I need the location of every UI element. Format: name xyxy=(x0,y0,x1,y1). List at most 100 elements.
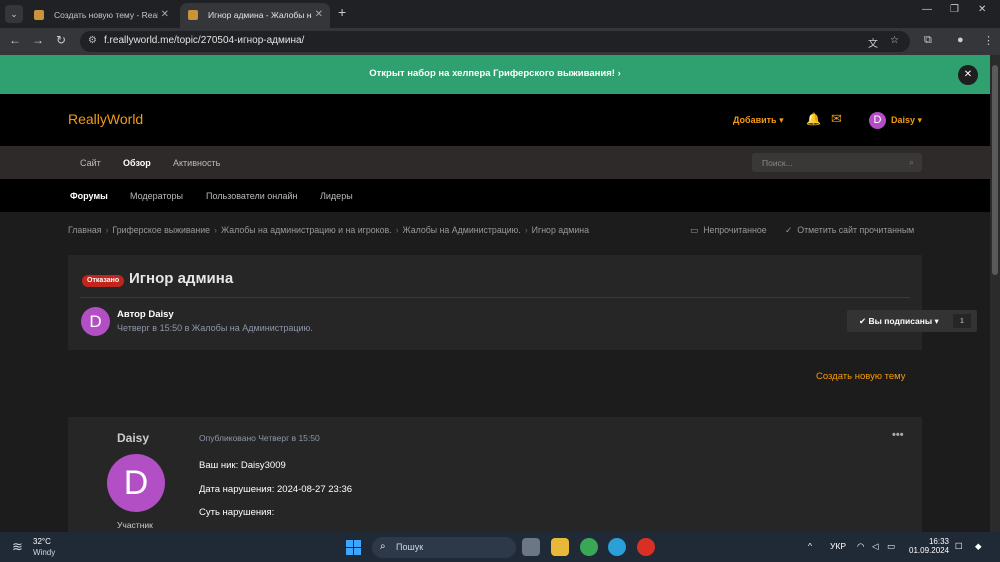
telegram-icon[interactable] xyxy=(608,538,626,556)
wifi-icon[interactable]: ◠ xyxy=(857,541,864,552)
topic-meta: Четверг в 15:50 в Жалобы на Администраци… xyxy=(117,323,313,333)
search-icon: ⌕ xyxy=(380,541,386,552)
breadcrumb-separator-icon: › xyxy=(105,225,109,235)
search-placeholder: Поиск... xyxy=(762,158,793,168)
browser-tab-create-topic[interactable]: Создать новую тему - ReallyW ✕ xyxy=(26,3,176,28)
unread-label: Непрочитанное xyxy=(703,225,767,235)
profile-icon[interactable]: ● xyxy=(957,34,964,46)
weather-condition[interactable]: Windy xyxy=(33,548,55,557)
announcement-banner: Открыт набор на хелпера Гриферского выжи… xyxy=(0,55,990,94)
nav-users-online[interactable]: Пользователи онлайн xyxy=(206,191,297,201)
nav-moderators[interactable]: Модераторы xyxy=(130,191,183,201)
breadcrumb-griefer[interactable]: Гриферское выживание xyxy=(112,225,210,235)
tab-search-button[interactable]: ⌄ xyxy=(5,5,23,23)
browser-tab-ignore-admin[interactable]: Игнор админа - Жалобы на А ✕ xyxy=(180,3,330,28)
nav-site[interactable]: Сайт xyxy=(80,158,101,168)
nav-activity[interactable]: Активность xyxy=(173,158,220,168)
favicon-icon xyxy=(34,10,44,20)
post-date: Опубликовано Четверг в 15:50 xyxy=(199,433,320,443)
add-label: Добавить xyxy=(733,115,777,125)
post-line: Дата нарушения: 2024-08-27 23:36 xyxy=(199,484,353,495)
scrollbar-thumb[interactable] xyxy=(992,65,998,275)
windows-start-icon[interactable] xyxy=(346,540,361,555)
announcement-link[interactable]: Открыт набор на хелпера Гриферского выжи… xyxy=(0,68,990,79)
nav-leaders[interactable]: Лидеры xyxy=(320,191,353,201)
unread-link[interactable]: ▭ Непрочитанное xyxy=(690,225,767,236)
taskbar-search-label: Пошук xyxy=(396,542,424,552)
nav-forums[interactable]: Форумы xyxy=(70,191,108,201)
post: Daisy D Участник Опубликовано Четверг в … xyxy=(68,417,922,532)
more-options-icon[interactable]: ••• xyxy=(892,429,904,441)
caret-down-icon: ▾ xyxy=(917,115,923,125)
mark-read-link[interactable]: ✓ Отметить сайт прочитанным xyxy=(785,225,914,236)
weather-wind-icon[interactable]: ≋ xyxy=(12,539,23,555)
check-icon: ✓ xyxy=(785,225,793,235)
back-icon[interactable]: ← xyxy=(9,33,21,47)
follow-button[interactable]: ✔ Вы подписаны ▾ 1 xyxy=(847,310,977,332)
file-explorer-icon[interactable] xyxy=(551,538,569,556)
topic-header: Отказано Игнор админа D Автор Daisy Четв… xyxy=(68,255,977,350)
weather-temperature[interactable]: 32°C xyxy=(33,537,51,546)
notifications-bell-icon[interactable]: 🔔 xyxy=(806,112,821,126)
breadcrumb-admin-complaints[interactable]: Жалобы на Администрацию. xyxy=(403,225,521,235)
avatar[interactable]: D xyxy=(869,112,886,129)
new-tab-button[interactable]: + xyxy=(338,4,346,20)
chrome-profile-icon[interactable] xyxy=(637,538,655,556)
address-bar[interactable]: ⚙ f.reallyworld.me/topic/270504-игнор-ад… xyxy=(80,31,910,52)
breadcrumb: Главная › Гриферское выживание › Жалобы на а… xyxy=(68,225,589,235)
site-header: ReallyWorld Добавить ▾ 🔔 ✉ D Daisy ▾ xyxy=(0,94,990,146)
taskbar-search[interactable]: ⌕ Пошук xyxy=(372,537,516,558)
close-window-icon[interactable]: ✕ xyxy=(978,4,986,15)
reload-icon[interactable]: ↻ xyxy=(56,33,66,47)
maximize-icon[interactable]: ❐ xyxy=(950,4,959,15)
page-title: Игнор админа xyxy=(129,270,234,287)
browser-menu-icon[interactable]: ⋮ xyxy=(983,34,994,47)
breadcrumb-complaints[interactable]: Жалобы на администрацию и на игроков. xyxy=(221,225,392,235)
chevron-right-icon: › xyxy=(617,68,621,79)
system-clock[interactable]: 16:33 01.09.2024 xyxy=(909,537,949,555)
favicon-icon xyxy=(188,10,198,20)
page-scrollbar[interactable] xyxy=(990,55,1000,532)
topic-author[interactable]: Автор Daisy xyxy=(117,309,174,320)
minimize-icon[interactable]: — xyxy=(922,4,932,15)
notifications-icon[interactable]: ☐ xyxy=(955,541,963,552)
site-logo[interactable]: ReallyWorld xyxy=(68,111,143,127)
avatar[interactable]: D xyxy=(107,454,165,512)
chrome-icon[interactable] xyxy=(580,538,598,556)
post-author-name[interactable]: Daisy xyxy=(117,431,149,445)
post-line: Ваш ник: Daisy3009 xyxy=(199,460,286,471)
url-text[interactable]: f.reallyworld.me/topic/270504-игнор-адми… xyxy=(104,35,304,46)
site-info-icon[interactable]: ⚙ xyxy=(88,35,97,46)
messages-envelope-icon[interactable]: ✉ xyxy=(831,111,842,127)
copilot-icon[interactable]: ◆ xyxy=(975,541,982,552)
caret-down-icon: ▾ xyxy=(779,115,784,125)
language-indicator[interactable]: УКР xyxy=(830,541,846,551)
battery-icon[interactable]: ▭ xyxy=(887,541,895,552)
task-view-icon[interactable] xyxy=(522,538,540,556)
forward-icon[interactable]: → xyxy=(32,33,44,47)
breadcrumb-current: Игнор админа xyxy=(531,225,590,235)
extensions-icon[interactable]: ⧉ xyxy=(924,34,932,47)
breadcrumb-home[interactable]: Главная xyxy=(68,225,101,235)
close-tab-icon[interactable]: ✕ xyxy=(315,3,323,27)
taskbar: ≋ 32°C Windy ⌕ Пошук ^ УКР ◠ ◁ ▭ 16:33 0… xyxy=(0,532,1000,562)
bookmark-star-icon[interactable]: ☆ xyxy=(890,35,899,46)
add-button[interactable]: Добавить ▾ xyxy=(733,115,784,126)
follow-count: 1 xyxy=(953,314,971,328)
user-name: Daisy xyxy=(891,115,916,125)
post-line: Суть нарушения: xyxy=(199,507,275,518)
status-badge: Отказано xyxy=(82,275,125,287)
breadcrumb-separator-icon: › xyxy=(395,225,399,235)
close-banner-button[interactable]: ✕ xyxy=(958,65,978,85)
tray-overflow-icon[interactable]: ^ xyxy=(808,541,812,551)
search-input[interactable]: Поиск... ⌕ xyxy=(752,153,922,172)
create-topic-link[interactable]: Создать новую тему xyxy=(816,371,906,382)
user-menu[interactable]: Daisy ▾ xyxy=(891,115,922,126)
avatar[interactable]: D xyxy=(81,307,110,336)
search-icon[interactable]: ⌕ xyxy=(909,157,914,168)
breadcrumb-separator-icon: › xyxy=(214,225,217,235)
close-tab-icon[interactable]: ✕ xyxy=(161,3,169,27)
nav-overview[interactable]: Обзор xyxy=(123,158,151,168)
volume-icon[interactable]: ◁ xyxy=(872,541,879,552)
translate-icon[interactable]: 文 xyxy=(868,35,878,50)
